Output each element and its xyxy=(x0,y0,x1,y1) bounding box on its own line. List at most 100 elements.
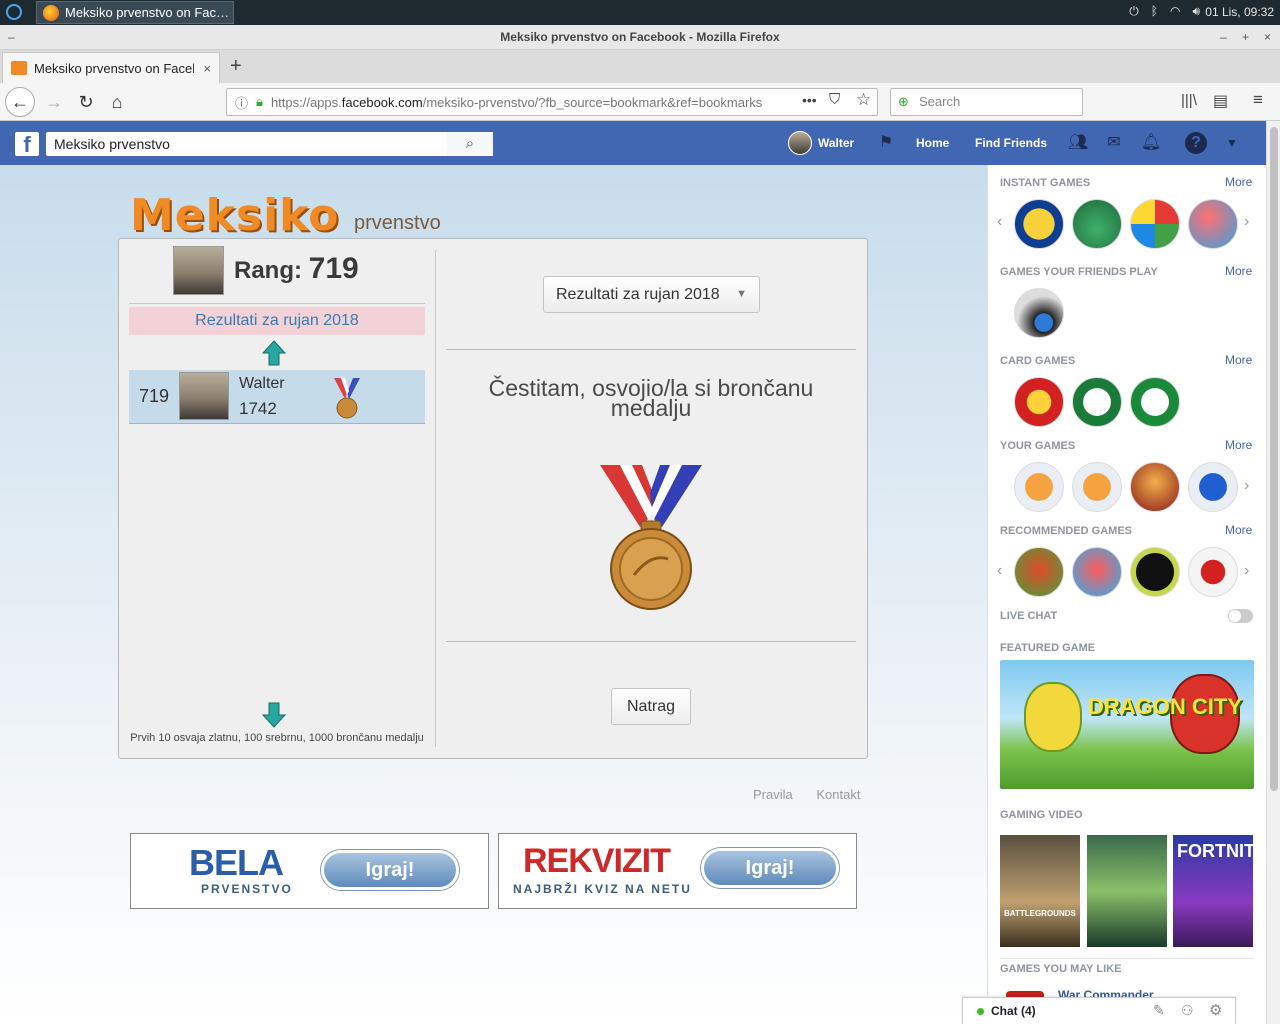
game-b-icon[interactable] xyxy=(1072,462,1122,512)
video-thumbnail-fortnite[interactable]: FORTNITE xyxy=(1173,835,1267,947)
scroll-down-arrow-icon[interactable] xyxy=(262,702,286,728)
candy-game-icon[interactable] xyxy=(1072,547,1122,597)
facebook-search-input[interactable]: Meksiko prvenstvo ⌕ xyxy=(46,132,493,156)
the-test-game-icon[interactable] xyxy=(1014,288,1064,338)
video-thumbnail-mobile-legends[interactable] xyxy=(1087,835,1167,947)
scroll-up-arrow-icon[interactable] xyxy=(262,340,286,366)
create-group-icon[interactable]: ⚑ xyxy=(875,132,897,154)
user-name-link[interactable]: Walter xyxy=(818,121,854,165)
page-actions-icon[interactable]: ••• xyxy=(800,92,819,108)
close-window-icon[interactable]: × xyxy=(1264,25,1271,50)
find-friends-link[interactable]: Find Friends xyxy=(975,121,1047,165)
promo-rekvizit-play-button[interactable]: Igraj! xyxy=(701,848,839,888)
promo-bela-play-button[interactable]: Igraj! xyxy=(321,850,459,890)
library-icon[interactable]: |||\ xyxy=(1181,92,1197,109)
power-icon[interactable]: ⏻ xyxy=(1129,4,1139,19)
help-icon[interactable]: ? xyxy=(1185,132,1207,154)
results-period-select[interactable]: Rezultati za rujan 2018 ▼ xyxy=(543,276,760,313)
yellow-dragon-image xyxy=(1024,682,1082,752)
back-button[interactable]: ← xyxy=(5,87,35,117)
words-game-icon[interactable] xyxy=(1014,199,1064,249)
notifications-bell-icon[interactable]: 🔔︎ xyxy=(1140,132,1162,154)
promo-bela[interactable]: BELA PRVENSTVO Igraj! xyxy=(130,833,489,909)
account-menu-chevron-icon[interactable]: ▼ xyxy=(1221,132,1243,154)
sidebar-toggle-icon[interactable]: ▤ xyxy=(1213,91,1228,111)
tab-close-icon[interactable]: × xyxy=(203,61,211,76)
user-avatar[interactable] xyxy=(788,131,812,155)
search-icon: ⊕ xyxy=(898,94,909,109)
gaming-video-heading: GAMING VIDEO xyxy=(1000,809,1083,821)
promo-rekvizit[interactable]: REKVIZIT NAJBRŽI KVIZ NA NETU Igraj! xyxy=(498,833,857,909)
your-games-more-link[interactable]: More xyxy=(1225,438,1252,452)
search-input[interactable]: ⊕ Search xyxy=(890,88,1083,116)
carousel-next-icon[interactable]: › xyxy=(1244,562,1249,580)
helix-game-icon[interactable] xyxy=(1188,199,1238,249)
new-message-icon[interactable]: ✎ xyxy=(1153,1002,1165,1019)
friends-games-heading: GAMES YOUR FRIENDS PLAY xyxy=(1000,266,1158,278)
featured-game-heading: FEATURED GAME xyxy=(1000,642,1096,654)
favicon-icon xyxy=(11,61,27,75)
promo-rekvizit-title: REKVIZIT xyxy=(523,842,671,880)
window-titlebar: – Meksiko prvenstvo on Facebook - Mozill… xyxy=(0,25,1280,50)
spades-game-icon[interactable] xyxy=(1188,547,1238,597)
rekvizit-game-icon[interactable] xyxy=(1188,462,1238,512)
dragon-game-icon[interactable] xyxy=(1014,547,1064,597)
live-chat-toggle[interactable] xyxy=(1228,609,1253,623)
scrollbar-thumb[interactable] xyxy=(1270,127,1278,791)
divider xyxy=(1000,958,1254,959)
contact-link[interactable]: Kontakt xyxy=(816,787,860,802)
forward-button[interactable]: → xyxy=(40,88,68,116)
uno-game-icon[interactable] xyxy=(1014,377,1064,427)
page-scrollbar[interactable] xyxy=(1266,121,1280,1024)
recommended-games-more-link[interactable]: More xyxy=(1225,523,1252,537)
carousel-next-icon[interactable]: › xyxy=(1244,477,1249,495)
taskbar-window-title: Meksiko prvenstvo on Fac… xyxy=(65,5,230,20)
url-bar[interactable]: ⓘ 🔒︎ https://apps.facebook.com/meksiko-p… xyxy=(226,88,878,116)
carousel-prev-icon[interactable]: ‹ xyxy=(997,562,1002,580)
soccer-game-icon[interactable] xyxy=(1072,199,1122,249)
home-button[interactable]: ⌂ xyxy=(103,88,131,116)
promo-bela-title: BELA xyxy=(189,842,284,883)
bookmark-star-icon[interactable]: ☆ xyxy=(856,90,872,110)
card-games-more-link[interactable]: More xyxy=(1225,353,1252,367)
row-avatar xyxy=(179,372,229,420)
pocket-icon[interactable]: ⛉ xyxy=(829,91,841,108)
slots-game-icon[interactable] xyxy=(1130,462,1180,512)
back-to-game-button[interactable]: Natrag xyxy=(611,688,691,725)
clock[interactable]: 01 Lis, 09:32 xyxy=(1205,5,1274,19)
home-link[interactable]: Home xyxy=(916,121,949,165)
new-tab-icon[interactable]: + xyxy=(230,55,242,78)
video-thumbnail-pubg[interactable]: BATTLEGROUNDS xyxy=(1000,835,1080,947)
friend-requests-icon[interactable]: 👥︎ xyxy=(1067,132,1089,154)
solitaire-deluxe-icon[interactable] xyxy=(1072,377,1122,427)
create-group-chat-icon[interactable]: ⚇ xyxy=(1181,1002,1194,1019)
volume-icon[interactable]: 🔊︎ xyxy=(1192,4,1200,19)
friends-games-more-link[interactable]: More xyxy=(1225,264,1252,278)
window-menu-icon[interactable]: – xyxy=(8,25,15,50)
hamburger-menu-icon[interactable]: ≡ xyxy=(1253,90,1263,110)
minimize-icon[interactable]: – xyxy=(1220,25,1227,50)
start-menu-icon[interactable] xyxy=(6,4,22,20)
chat-settings-gear-icon[interactable]: ⚙ xyxy=(1209,1001,1222,1019)
ruski-rulet-icon[interactable] xyxy=(1130,547,1180,597)
wifi-icon[interactable]: ◠ xyxy=(1170,4,1180,19)
reload-button[interactable]: ↻ xyxy=(72,88,100,116)
bluetooth-icon[interactable]: ᛒ xyxy=(1151,4,1158,19)
facebook-logo-icon[interactable]: f xyxy=(15,132,39,157)
carousel-prev-icon[interactable]: ‹ xyxy=(997,213,1002,231)
info-icon[interactable]: ⓘ xyxy=(235,93,248,112)
chat-dock[interactable]: Chat (4) ✎ ⚇ ⚙ xyxy=(962,997,1236,1024)
solitaire-icon[interactable] xyxy=(1130,377,1180,427)
instant-games-more-link[interactable]: More xyxy=(1225,175,1252,189)
featured-game-banner[interactable]: DRAGON CITY xyxy=(1000,660,1254,789)
facebook-search-icon[interactable]: ⌕ xyxy=(447,132,493,156)
maximize-icon[interactable]: + xyxy=(1242,25,1249,50)
game-t-icon[interactable] xyxy=(1014,462,1064,512)
ludo-club-icon[interactable] xyxy=(1130,199,1180,249)
player-rank: Rang: 719 xyxy=(234,252,359,286)
messenger-icon[interactable]: ✉ xyxy=(1103,132,1125,154)
carousel-next-icon[interactable]: › xyxy=(1244,213,1249,231)
browser-tab[interactable]: Meksiko prvenstvo on Facebook × xyxy=(2,52,220,83)
taskbar-window-button[interactable]: Meksiko prvenstvo on Fac… xyxy=(36,1,234,24)
rules-link[interactable]: Pravila xyxy=(753,787,793,802)
